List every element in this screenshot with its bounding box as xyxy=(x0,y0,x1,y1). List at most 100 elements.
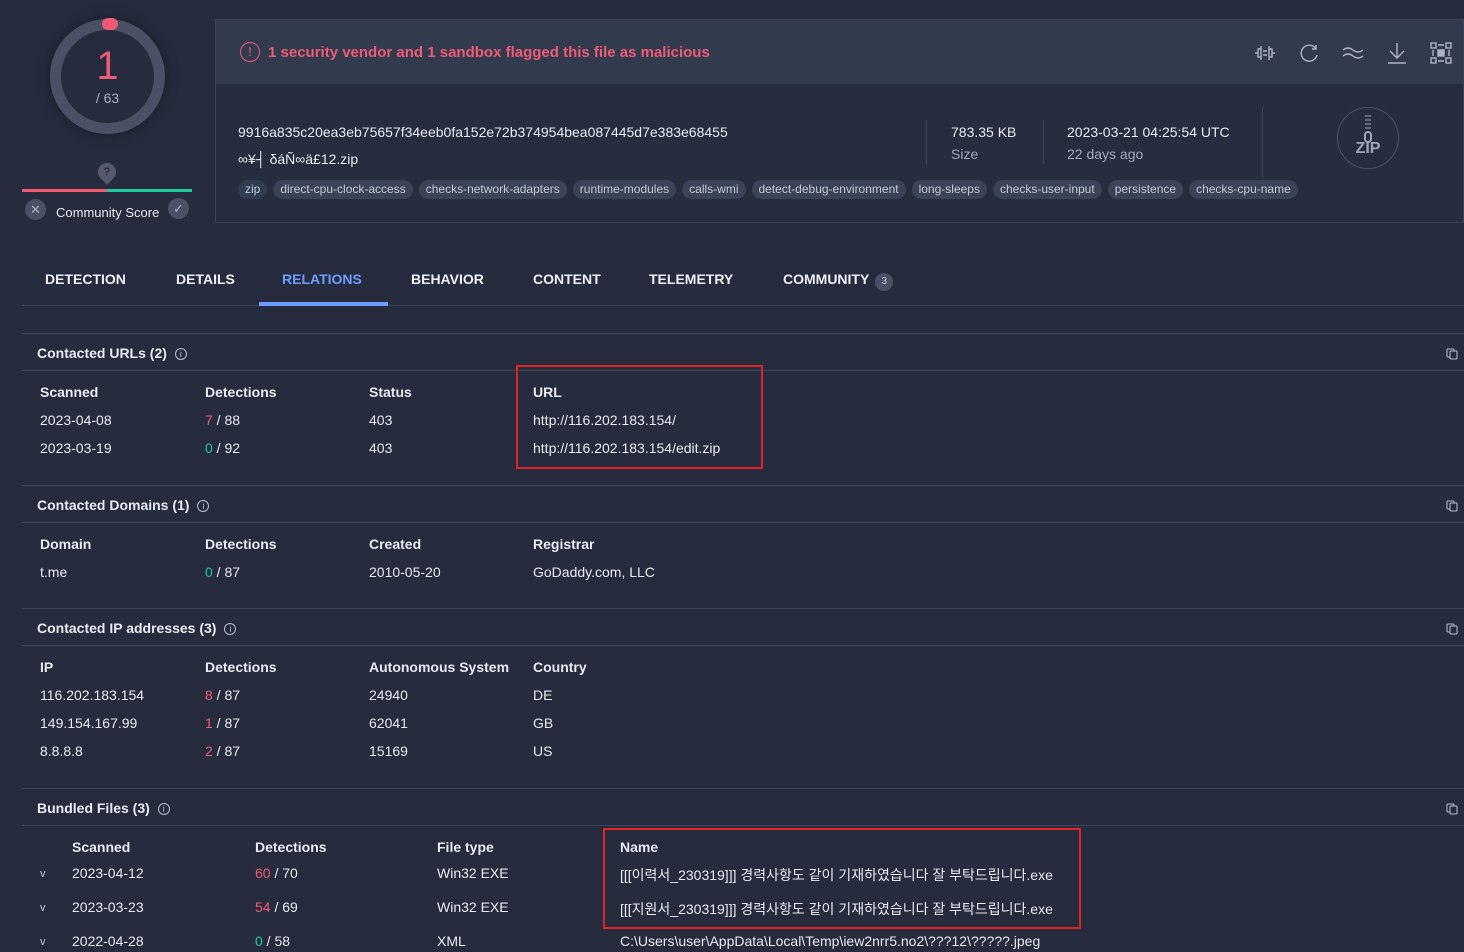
tag-zip[interactable]: zip xyxy=(238,180,268,199)
expand-chevron-icon[interactable]: v xyxy=(40,902,46,914)
copy-icon[interactable] xyxy=(1446,499,1458,512)
detection-total: / 88 xyxy=(212,412,241,428)
bundled-cell-type: XML xyxy=(437,933,466,949)
ips-cell-as: 24940 xyxy=(369,687,408,703)
urls-cell-status: 403 xyxy=(369,412,393,428)
tab-count-badge: 3 xyxy=(875,273,894,291)
active-tab-indicator xyxy=(259,302,388,306)
tab-community[interactable]: COMMUNITY 3 xyxy=(783,271,894,291)
tab-behavior[interactable]: BEHAVIOR xyxy=(411,271,484,287)
tab-telemetry[interactable]: TELEMETRY xyxy=(649,271,733,287)
file-hash[interactable]: 9916a835c20ea3eb75657f34eeb0fa152e72b374… xyxy=(238,124,728,140)
graph-button[interactable] xyxy=(1428,40,1454,66)
highlight-box xyxy=(516,365,763,469)
info-icon[interactable]: i xyxy=(174,348,187,360)
bundled-cell-det: 0 / 58 xyxy=(255,933,290,949)
detection-total: / 69 xyxy=(270,899,298,915)
section-title-text: Bundled Files (3) xyxy=(37,800,150,816)
column-header-ip: IP xyxy=(40,659,54,675)
download-button[interactable] xyxy=(1384,40,1410,66)
expand-chevron-icon[interactable]: v xyxy=(40,936,46,948)
section-title: Contacted Domains (1) i xyxy=(37,497,210,513)
column-header-detections: Detections xyxy=(205,659,277,675)
column-header-country: Country xyxy=(533,659,587,675)
file-size-label: Size xyxy=(951,146,979,162)
column-header-created: Created xyxy=(369,536,422,552)
detection-count: 0 xyxy=(205,564,213,580)
domains-section-header: Contacted Domains (1) i xyxy=(22,485,1464,523)
urls-cell-det: 0 / 92 xyxy=(205,440,240,456)
section-title-text: Contacted Domains (1) xyxy=(37,497,190,513)
divider xyxy=(926,120,927,164)
domains-cell-domain[interactable]: t.me xyxy=(40,564,67,580)
ips-cell-country: US xyxy=(533,743,553,759)
tab-details[interactable]: DETAILS xyxy=(176,271,235,287)
like-button[interactable]: ✓ xyxy=(168,198,189,219)
alert-icon: ! xyxy=(240,42,260,62)
detection-total: / 87 xyxy=(212,564,241,580)
alert-banner: ! 1 security vendor and 1 sandbox flagge… xyxy=(216,20,1463,84)
analysis-date: 2023-03-21 04:25:54 UTC xyxy=(1067,124,1230,140)
info-icon[interactable]: i xyxy=(224,623,237,635)
detection-count: 2 xyxy=(205,743,213,759)
ips-cell-ip[interactable]: 116.202.183.154 xyxy=(40,687,144,703)
zip-file-type-icon: ZIP xyxy=(1337,107,1399,169)
copy-icon[interactable] xyxy=(1446,622,1458,635)
detection-count: 60 xyxy=(255,865,271,881)
tag-long-sleeps[interactable]: long-sleeps xyxy=(911,180,987,199)
bundled-cell-scanned: 2023-03-23 xyxy=(72,899,144,915)
ips-cell-ip[interactable]: 149.154.167.99 xyxy=(40,715,137,731)
divider xyxy=(1262,107,1263,177)
compare-button[interactable] xyxy=(1252,40,1278,66)
domains-cell-created: 2010-05-20 xyxy=(369,564,441,580)
tag-persistence[interactable]: persistence xyxy=(1107,180,1184,199)
similar-button[interactable] xyxy=(1340,40,1366,66)
urls-cell-scanned: 2023-04-08 xyxy=(40,412,112,428)
tab-label: BEHAVIOR xyxy=(411,271,484,287)
bundled-cell-det: 60 / 70 xyxy=(255,865,298,881)
bundled-cell-name[interactable]: C:\Users\user\AppData\Local\Temp\iew2nrr… xyxy=(620,933,1040,949)
detection-total: / 92 xyxy=(212,440,241,456)
dislike-button[interactable]: ✕ xyxy=(25,199,46,220)
tag-runtime-modules[interactable]: runtime-modules xyxy=(572,180,677,199)
ips-cell-det: 1 / 87 xyxy=(205,715,240,731)
tab-relations[interactable]: RELATIONS xyxy=(282,271,362,287)
bundled-cell-scanned: 2023-04-12 xyxy=(72,865,144,881)
tag-checks-user-input[interactable]: checks-user-input xyxy=(992,180,1102,199)
ips-cell-det: 2 / 87 xyxy=(205,743,240,759)
column-header-status: Status xyxy=(369,384,412,400)
detection-count: 54 xyxy=(255,899,271,915)
tag-checks-cpu-name[interactable]: checks-cpu-name xyxy=(1189,180,1298,199)
column-header-file-type: File type xyxy=(437,839,494,855)
domains-cell-registrar: GoDaddy.com, LLC xyxy=(533,564,655,580)
tag-checks-network-adapters[interactable]: checks-network-adapters xyxy=(418,180,567,199)
divider xyxy=(1043,120,1044,164)
bundled-cell-det: 54 / 69 xyxy=(255,899,298,915)
copy-icon[interactable] xyxy=(1446,802,1458,815)
detection-total: / 87 xyxy=(212,687,241,703)
section-title: Contacted URLs (2) i xyxy=(37,345,187,361)
community-bar-positive xyxy=(107,189,192,192)
analysis-date-ago: 22 days ago xyxy=(1067,146,1144,162)
urls-cell-det: 7 / 88 xyxy=(205,412,240,428)
detection-total: / 70 xyxy=(270,865,298,881)
bundled-cell-type: Win32 EXE xyxy=(437,899,509,915)
column-header-detections: Detections xyxy=(205,536,277,552)
ips-section-header: Contacted IP addresses (3) i xyxy=(22,608,1464,646)
tab-detection[interactable]: DETECTION xyxy=(45,271,126,287)
reanalyze-button[interactable] xyxy=(1296,40,1322,66)
column-header-registrar: Registrar xyxy=(533,536,595,552)
community-bar-negative xyxy=(22,189,107,192)
tag-direct-cpu-clock-access[interactable]: direct-cpu-clock-access xyxy=(273,180,413,199)
tag-calls-wmi[interactable]: calls-wmi xyxy=(682,180,746,199)
tab-content[interactable]: CONTENT xyxy=(533,271,601,287)
copy-icon[interactable] xyxy=(1446,347,1458,360)
expand-chevron-icon[interactable]: v xyxy=(40,868,46,880)
urls-cell-scanned: 2023-03-19 xyxy=(40,440,112,456)
ips-cell-ip[interactable]: 8.8.8.8 xyxy=(40,743,83,759)
column-header-detections: Detections xyxy=(205,384,277,400)
tag-detect-debug-environment[interactable]: detect-debug-environment xyxy=(751,180,906,199)
urls-cell-status: 403 xyxy=(369,440,393,456)
info-icon[interactable]: i xyxy=(157,803,170,815)
info-icon[interactable]: i xyxy=(197,500,210,512)
